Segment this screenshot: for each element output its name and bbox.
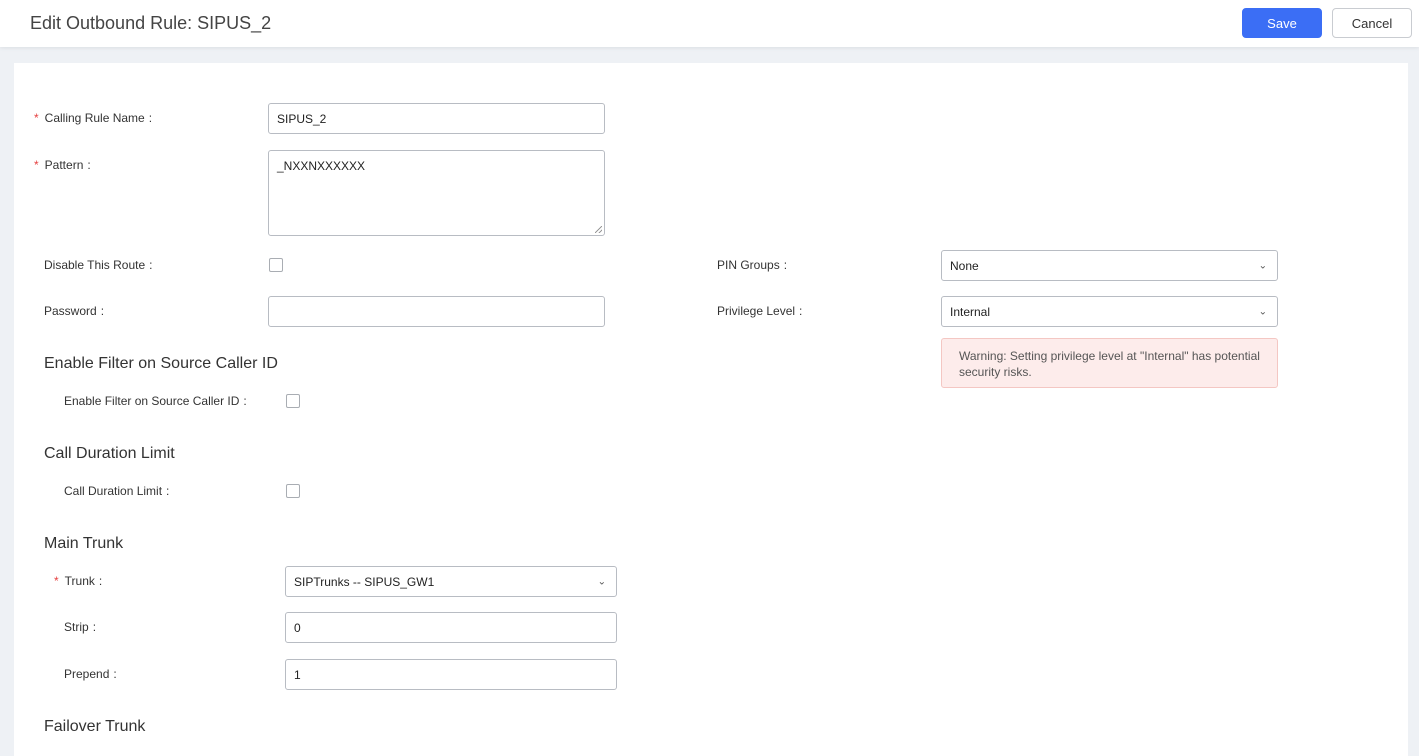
calling-rule-name-value: SIPUS_2 (277, 111, 327, 126)
prepend-value: 1 (294, 667, 301, 682)
failover-trunk-section-title: Failover Trunk (44, 718, 146, 735)
source-filter-checkbox[interactable] (286, 394, 300, 408)
prepend-label: Prepend: (64, 667, 117, 681)
password-label: Password: (44, 304, 105, 318)
resize-grip-icon[interactable] (595, 226, 602, 233)
trunk-value: SIPTrunks -- SIPUS_GW1 (294, 574, 435, 589)
call-duration-section-title: Call Duration Limit (44, 445, 175, 462)
prepend-input[interactable]: 1 (285, 659, 617, 690)
calling-rule-name-label: * Calling Rule Name: (34, 111, 153, 125)
pattern-value: _NXXNXXXXXX (277, 159, 366, 173)
disable-route-checkbox[interactable] (269, 258, 283, 272)
source-filter-section-title: Enable Filter on Source Caller ID (44, 355, 278, 372)
privilege-level-select[interactable]: Internal ⌄ (941, 296, 1278, 327)
strip-input[interactable]: 0 (285, 612, 617, 643)
required-marker: * (34, 111, 39, 125)
page-header: Edit Outbound Rule: SIPUS_2 Save Cancel (0, 0, 1419, 47)
cancel-button[interactable]: Cancel (1332, 8, 1412, 38)
chevron-down-icon: ⌄ (1258, 306, 1267, 317)
chevron-down-icon: ⌄ (597, 576, 606, 587)
page-title: Edit Outbound Rule: SIPUS_2 (30, 13, 272, 33)
pin-groups-value: None (950, 258, 979, 273)
privilege-level-label: Privilege Level: (717, 304, 803, 318)
password-input[interactable] (268, 296, 605, 327)
source-filter-label: Enable Filter on Source Caller ID: (64, 394, 247, 408)
call-duration-checkbox[interactable] (286, 484, 300, 498)
trunk-select[interactable]: SIPTrunks -- SIPUS_GW1 ⌄ (285, 566, 617, 597)
chevron-down-icon: ⌄ (1258, 260, 1267, 271)
trunk-label: * Trunk: (54, 574, 103, 588)
privilege-level-value: Internal (950, 304, 991, 319)
strip-value: 0 (294, 620, 301, 635)
strip-label: Strip: (64, 620, 97, 634)
pattern-textarea[interactable]: _NXXNXXXXXX (268, 150, 605, 236)
form-panel: * Calling Rule Name: SIPUS_2 * Pattern: _N… (14, 63, 1408, 756)
call-duration-label: Call Duration Limit: (64, 484, 170, 498)
required-marker: * (34, 158, 39, 172)
disable-route-label: Disable This Route: (44, 258, 153, 272)
main-trunk-section-title: Main Trunk (44, 535, 124, 552)
pattern-label: * Pattern: (34, 158, 91, 172)
save-button[interactable]: Save (1242, 8, 1322, 38)
pin-groups-label: PIN Groups: (717, 258, 788, 272)
pin-groups-select[interactable]: None ⌄ (941, 250, 1278, 281)
calling-rule-name-input[interactable]: SIPUS_2 (268, 103, 605, 134)
privilege-warning: Warning: Setting privilege level at "Int… (941, 338, 1278, 388)
required-marker: * (54, 574, 59, 588)
